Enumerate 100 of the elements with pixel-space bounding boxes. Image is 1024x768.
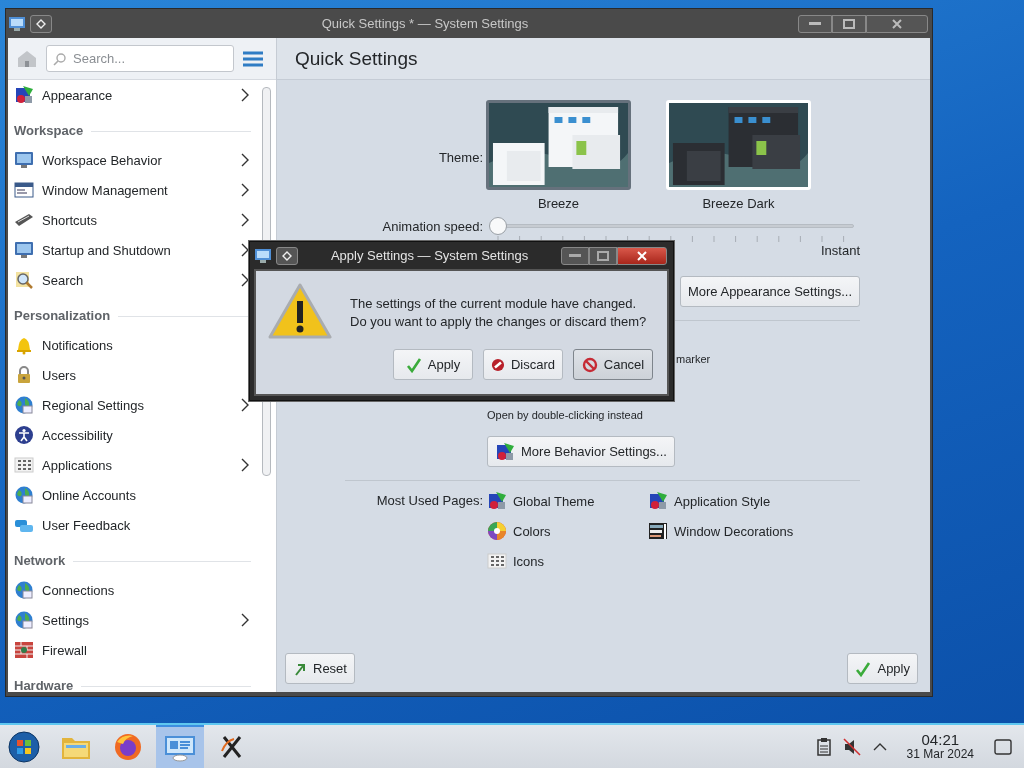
color-swatches-icon: [14, 85, 34, 105]
pin-button[interactable]: [276, 246, 298, 265]
monitor-icon: [164, 733, 196, 762]
caret-up-icon[interactable]: [872, 741, 887, 752]
section-header: Personalization: [14, 308, 111, 323]
monitor-icon: [8, 15, 26, 32]
stop-icon: [491, 356, 505, 373]
color-wheel-icon: [487, 521, 507, 541]
monitor-icon: [254, 247, 272, 264]
search-icon: [53, 52, 67, 66]
clock-time[interactable]: 04:21: [921, 731, 960, 747]
more-appearance-button[interactable]: More Appearance Settings...: [679, 276, 860, 307]
dialog-message: The settings of the current module have changed. Do you want to apply the changes or discard them?: [350, 295, 647, 331]
close-icon: [636, 249, 648, 262]
sidebar-item[interactable]: Settings: [8, 605, 258, 635]
globe-icon: [14, 485, 34, 505]
close-icon: [891, 17, 903, 30]
sidebar-item[interactable]: Firewall: [8, 635, 258, 665]
sidebar-item[interactable]: Accessibility: [8, 420, 258, 450]
check-icon: [855, 660, 872, 677]
show-desktop-icon[interactable]: [994, 738, 1012, 755]
apply-button[interactable]: Apply: [847, 653, 918, 684]
field-label: Animation speed:: [381, 219, 483, 236]
start-orb-icon: [8, 730, 40, 763]
magnifier-icon: [14, 270, 34, 290]
brick-wall-icon: [14, 640, 34, 660]
dialog-button[interactable]: Discard: [483, 349, 563, 380]
globe-icon: [14, 395, 34, 415]
minimize-icon: [569, 254, 581, 257]
window-icon: [14, 180, 34, 200]
diamond-icon: [36, 18, 46, 29]
sidebar-item[interactable]: User Feedback: [8, 510, 258, 540]
more-behavior-button[interactable]: More Behavior Settings...: [487, 436, 675, 467]
sidebar-item[interactable]: Window Management: [8, 175, 258, 205]
section-header: Hardware: [14, 678, 74, 692]
globe-icon: [14, 610, 34, 630]
globe-icon: [14, 580, 34, 600]
browser-icon: [113, 731, 143, 762]
page-link[interactable]: Window Decorations: [648, 516, 860, 546]
maximize-button[interactable]: [589, 246, 617, 265]
page-link[interactable]: Icons: [487, 546, 648, 576]
sidebar-item[interactable]: Startup and Shutdown: [8, 235, 258, 265]
theme-name: Breeze Dark: [702, 196, 775, 211]
dialog-title: Apply Settings — System Settings: [330, 248, 529, 263]
clock-date[interactable]: 31 Mar 2024: [906, 746, 974, 762]
monitor-icon: [14, 240, 34, 260]
prohibited-icon: [581, 356, 598, 373]
sidebar-item[interactable]: Notifications: [8, 330, 258, 360]
maximize-icon: [843, 18, 855, 29]
home-icon[interactable]: [16, 48, 38, 69]
sidebar-item[interactable]: Connections: [8, 575, 258, 605]
speed-slider[interactable]: [489, 217, 854, 235]
maximize-button[interactable]: [832, 14, 866, 33]
check-icon: [405, 356, 422, 373]
monitor-icon: [14, 150, 34, 170]
theme-name: Breeze: [537, 196, 580, 211]
bell-icon: [14, 335, 34, 355]
minimize-icon: [809, 22, 821, 25]
minimize-button[interactable]: [798, 14, 832, 33]
hint-text: Open by double-clicking instead: [487, 409, 643, 421]
field-label: Theme:: [437, 150, 483, 167]
sidebar-item[interactable]: Online Accounts: [8, 480, 258, 510]
section-header: Workspace: [14, 123, 84, 138]
search-field[interactable]: Search...: [46, 45, 234, 72]
sidebar-item[interactable]: Shortcuts: [8, 205, 258, 235]
maximize-icon: [597, 250, 609, 261]
page-link[interactable]: Global Theme: [487, 486, 648, 516]
clipboard-icon[interactable]: [816, 737, 831, 756]
menu-icon[interactable]: [242, 49, 264, 68]
field-label: Most Used Pages:: [375, 493, 483, 510]
sidebar-item[interactable]: Search: [8, 265, 258, 295]
stacked-windows-icon: [648, 521, 668, 541]
color-swatches-icon: [487, 491, 507, 511]
page-link[interactable]: Colors: [487, 516, 648, 546]
page-title: Quick Settings: [295, 47, 418, 70]
page-link[interactable]: Application Style: [648, 486, 860, 516]
grid-icon: [14, 455, 34, 475]
warning-icon: [268, 283, 332, 341]
muted-speaker-icon[interactable]: [842, 737, 861, 756]
color-swatches-icon: [495, 441, 515, 462]
window-title: Quick Settings * — System Settings: [321, 16, 529, 31]
diamond-icon: [282, 250, 292, 261]
dialog-button[interactable]: Apply: [393, 349, 473, 380]
slider-max-label: Instant: [820, 243, 860, 258]
grid-icon: [487, 551, 507, 571]
slider-thumb[interactable]: [489, 217, 507, 235]
sidebar-item[interactable]: Workspace Behavior: [8, 145, 258, 175]
color-swatches-icon: [648, 491, 668, 511]
sidebar-item[interactable]: Users: [8, 360, 258, 390]
dialog-button[interactable]: Cancel: [573, 349, 653, 380]
reset-button[interactable]: Reset: [285, 653, 355, 684]
sidebar-item[interactable]: Regional Settings: [8, 390, 258, 420]
minimize-button[interactable]: [561, 246, 589, 265]
sidebar-item[interactable]: Applications: [8, 450, 258, 480]
section-header: Network: [14, 553, 66, 568]
pin-button[interactable]: [30, 14, 52, 33]
option-label: marker: [676, 353, 711, 365]
accessibility-icon: [14, 425, 34, 445]
sidebar-item[interactable]: Appearance: [8, 80, 258, 110]
close-button[interactable]: [617, 246, 667, 265]
